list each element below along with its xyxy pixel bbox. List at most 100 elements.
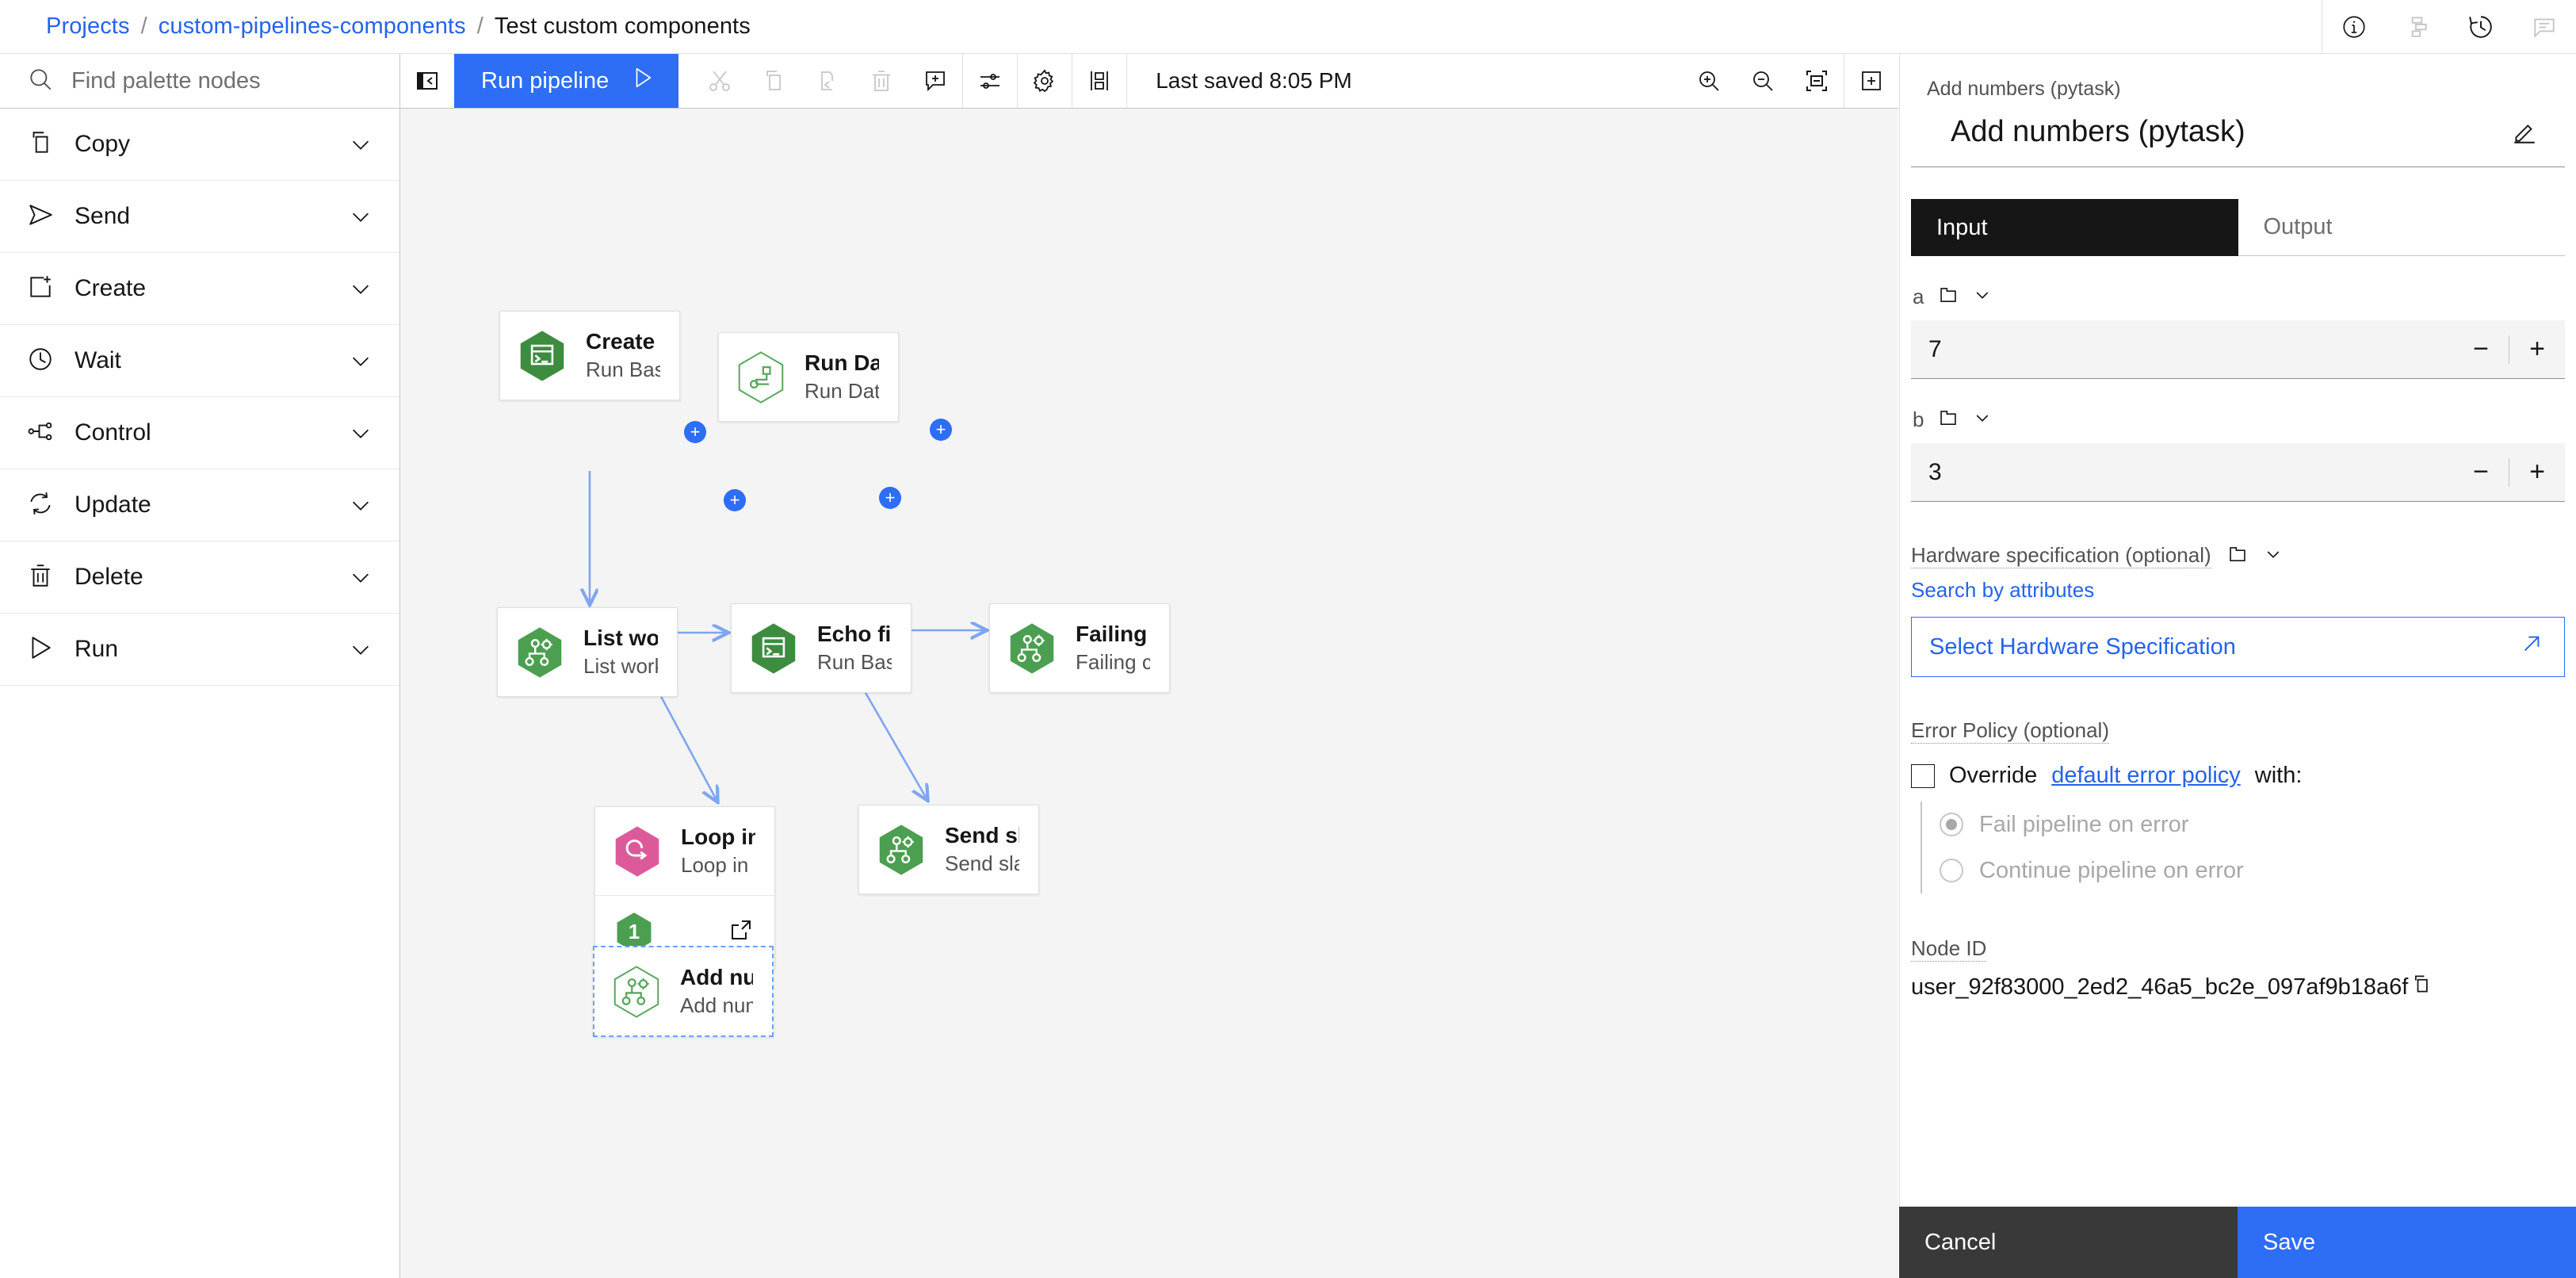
palette-item-send[interactable]: Send: [0, 181, 399, 253]
external-link-arrow-icon: [2520, 632, 2544, 662]
pipeline-editor-app: Projects / custom-pipelines-components /…: [0, 0, 2576, 1278]
error-policy-label: Error Policy (optional): [1911, 718, 2109, 744]
node-text: Loop in parallel Loop in parallel: [681, 825, 755, 878]
settings-sliders-icon[interactable]: [963, 54, 1017, 108]
zoom-fit-icon[interactable]: [1790, 54, 1844, 108]
canvas-node-echo-file-list[interactable]: Echo file list Run Bash script: [731, 603, 912, 693]
wait-clock-icon: [27, 346, 54, 377]
panel-footer: Cancel Save: [1899, 1207, 2576, 1278]
node-text: Echo file list Run Bash script: [817, 622, 892, 675]
palette-item-copy[interactable]: Copy: [0, 109, 399, 181]
field-label: a: [1913, 285, 1924, 308]
node-text: Failing component Failing component: [1076, 622, 1150, 675]
search-by-attributes-link[interactable]: Search by attributes: [1911, 578, 2094, 602]
increment-button[interactable]: +: [2509, 443, 2565, 502]
override-checkbox[interactable]: [1911, 763, 1935, 788]
canvas-node-send-slack-message[interactable]: Send slack message Send slack message: [858, 805, 1039, 894]
field-value[interactable]: 7: [1911, 336, 2453, 363]
palette-item-wait[interactable]: Wait: [0, 325, 399, 397]
chevron-down-icon: [349, 349, 373, 373]
chevron-down-icon: [349, 421, 373, 445]
component-gear-icon: [613, 965, 659, 1018]
field-value[interactable]: 3: [1911, 459, 2453, 486]
number-input-b[interactable]: 3 − +: [1911, 443, 2565, 502]
link-add-button[interactable]: +: [930, 419, 952, 441]
copy-icon[interactable]: [2410, 973, 2432, 1001]
delete-trash-icon: [27, 562, 54, 593]
palette-item-label: Create: [75, 275, 147, 301]
palette-search: [0, 54, 399, 109]
link-add-button[interactable]: +: [684, 421, 706, 443]
launch-icon[interactable]: [728, 917, 754, 947]
default-error-policy-link[interactable]: default error policy: [2051, 763, 2241, 789]
palette-item-update[interactable]: Update: [0, 469, 399, 541]
chevron-down-icon[interactable]: [1973, 285, 1992, 308]
palette-item-run[interactable]: Run: [0, 614, 399, 686]
folder-icon[interactable]: [1938, 285, 1959, 309]
canvas-node-failing-component[interactable]: Failing component Failing component: [989, 603, 1170, 693]
canvas-node-list-workspace[interactable]: List workspace dire... List workspace di…: [497, 607, 678, 697]
breadcrumb-item-projects[interactable]: Projects: [46, 13, 130, 40]
folder-icon[interactable]: [1938, 408, 1959, 432]
comments-icon[interactable]: [2513, 0, 2576, 53]
play-icon: [631, 66, 655, 96]
component-gear-icon: [517, 626, 563, 679]
save-button[interactable]: Save: [2238, 1207, 2576, 1278]
information-icon[interactable]: [2322, 0, 2386, 53]
pipeline-canvas[interactable]: + + + + + Create files in work...: [400, 109, 1898, 1278]
canvas-node-loop-in-parallel[interactable]: Loop in parallel Loop in parallel 1: [594, 806, 775, 969]
palette-item-label: Send: [75, 203, 131, 229]
component-gear-icon: [878, 824, 924, 876]
zoom-out-icon[interactable]: [1736, 54, 1790, 108]
run-pipeline-label: Run pipeline: [481, 67, 610, 94]
link-add-button[interactable]: +: [724, 489, 746, 511]
breadcrumb-item-project[interactable]: custom-pipelines-components: [159, 13, 466, 40]
link-add-button[interactable]: +: [879, 487, 901, 509]
history-icon[interactable]: [2449, 0, 2513, 53]
node-title: Failing component: [1076, 622, 1150, 646]
add-comment-icon[interactable]: [908, 54, 962, 108]
radio-fail-pipeline[interactable]: Fail pipeline on error: [1940, 802, 2565, 848]
palette-item-delete[interactable]: Delete: [0, 541, 399, 614]
pipeline-parameters-icon[interactable]: [2386, 0, 2449, 53]
cut-icon[interactable]: [693, 54, 747, 108]
zoom-in-icon[interactable]: [1682, 54, 1736, 108]
select-hardware-specification-button[interactable]: Select Hardware Specification: [1911, 617, 2565, 677]
paste-icon[interactable]: [801, 54, 854, 108]
cancel-button[interactable]: Cancel: [1899, 1207, 2238, 1278]
node-header: Run Data Refinery J... Run Data Refinery…: [719, 333, 898, 421]
palette-item-control[interactable]: Control: [0, 397, 399, 469]
collapse-palette-icon[interactable]: [400, 54, 454, 108]
tab-output[interactable]: Output: [2238, 199, 2565, 256]
tab-input[interactable]: Input: [1911, 199, 2238, 256]
canvas-node-run-data-refinery[interactable]: Run Data Refinery J... Run Data Refinery…: [718, 332, 899, 422]
open-new-tab-icon[interactable]: [1844, 54, 1898, 108]
palette-item-create[interactable]: Create: [0, 253, 399, 325]
run-play-icon: [27, 634, 54, 665]
decrement-button[interactable]: −: [2453, 320, 2509, 379]
field-b: b 3 − +: [1911, 408, 2565, 502]
top-bar: Projects / custom-pipelines-components /…: [0, 0, 2576, 54]
override-prefix: Override: [1949, 763, 2038, 788]
node-title: Send slack message: [945, 823, 1019, 848]
delete-icon[interactable]: [854, 54, 908, 108]
gear-icon[interactable]: [1018, 54, 1072, 108]
edit-pencil-icon[interactable]: [2511, 119, 2538, 146]
folder-icon[interactable]: [2227, 544, 2248, 568]
number-input-a[interactable]: 7 − +: [1911, 320, 2565, 379]
save-label: Save: [2263, 1229, 2316, 1255]
chevron-down-icon[interactable]: [1973, 408, 1992, 431]
chevron-down-icon[interactable]: [2264, 545, 2283, 568]
increment-button[interactable]: +: [2509, 320, 2565, 379]
arrange-icon[interactable]: [1072, 54, 1126, 108]
copy-icon[interactable]: [747, 54, 801, 108]
radio-continue-pipeline[interactable]: Continue pipeline on error: [1940, 848, 2565, 893]
node-subtitle: Run Bash script: [817, 650, 892, 674]
run-pipeline-button[interactable]: Run pipeline: [454, 54, 679, 108]
canvas-node-create-files[interactable]: Create files in work... Run Bash script: [499, 311, 680, 400]
canvas-node-add-numbers[interactable]: Add numbers (pytas... Add numbers (pytas…: [593, 946, 774, 1037]
node-header: List workspace dire... List workspace di…: [498, 608, 677, 696]
search-input[interactable]: [71, 67, 373, 94]
decrement-button[interactable]: −: [2453, 443, 2509, 502]
node-graph-icon: [738, 350, 784, 404]
